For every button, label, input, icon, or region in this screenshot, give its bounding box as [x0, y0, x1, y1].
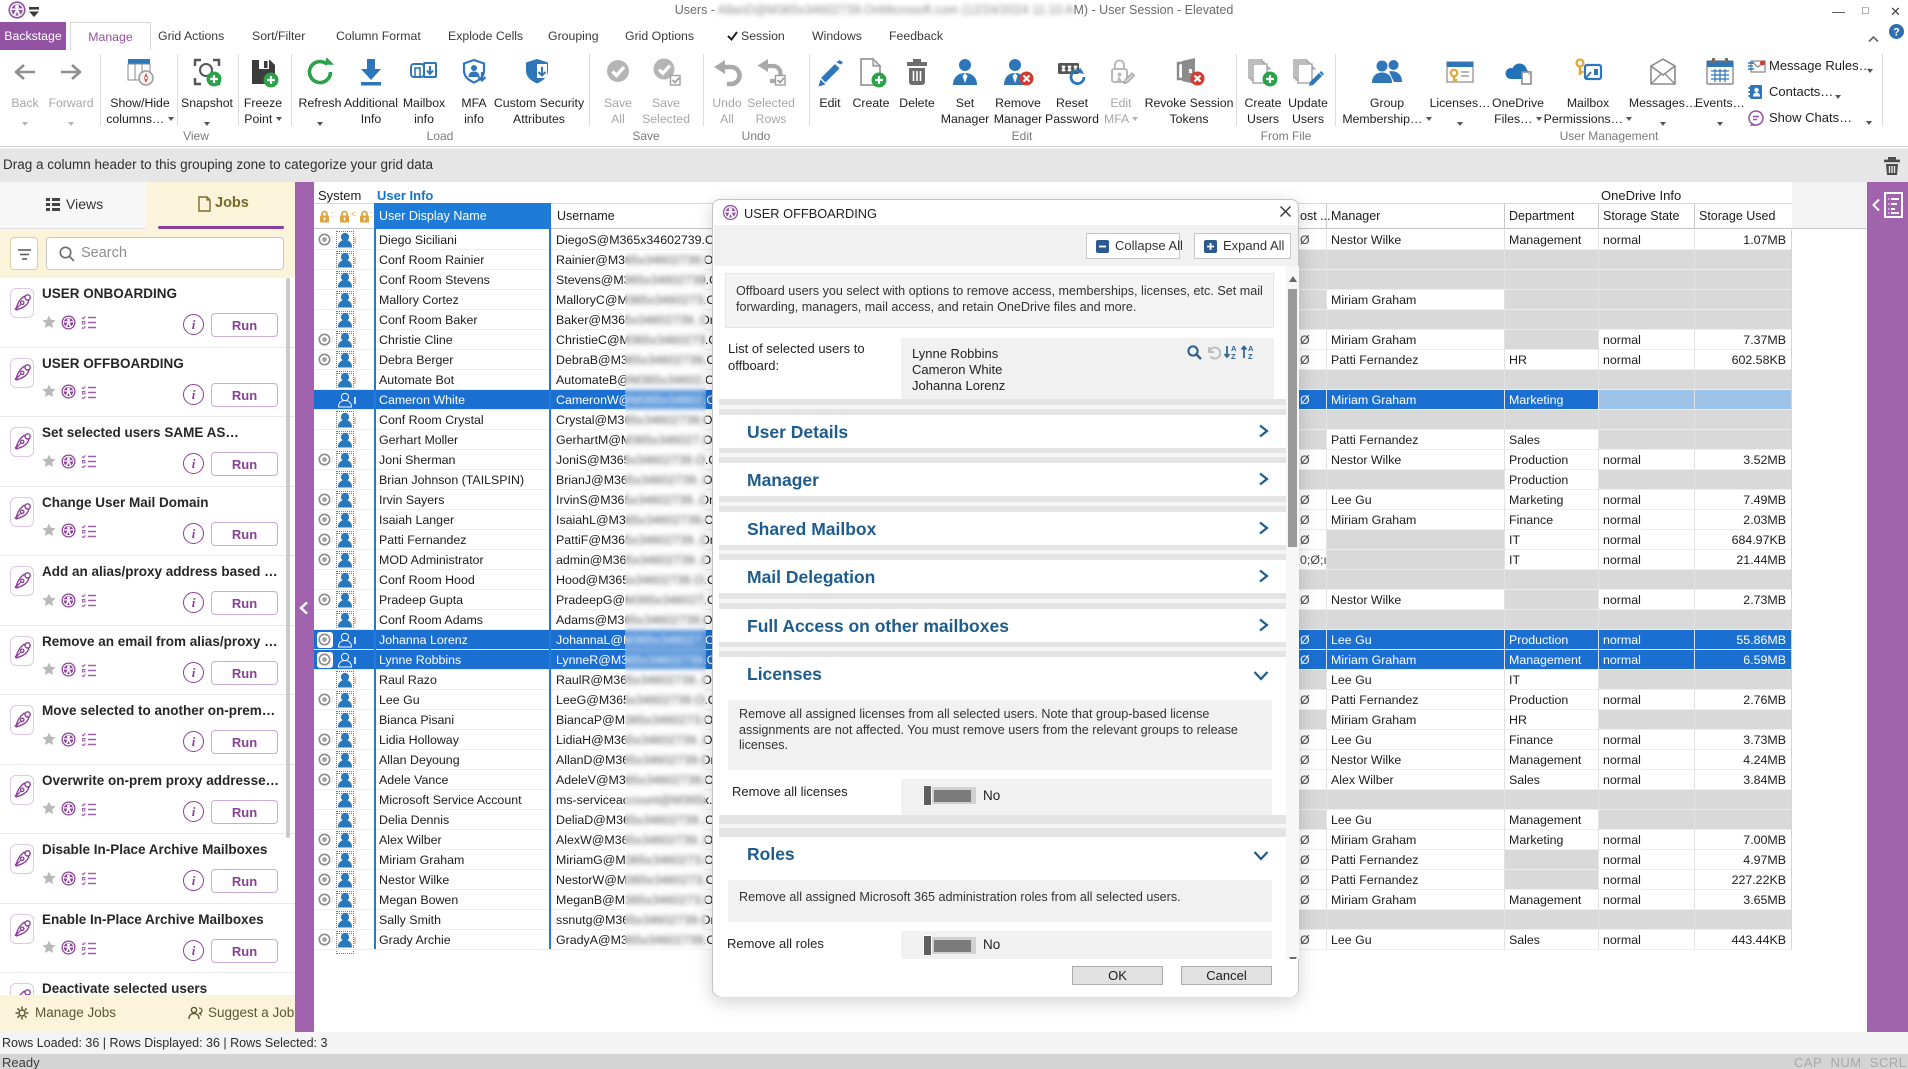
svg-text:Z: Z: [1248, 352, 1253, 360]
svg-text:?: ?: [1893, 27, 1900, 39]
svg-text:Z: Z: [1231, 352, 1236, 360]
